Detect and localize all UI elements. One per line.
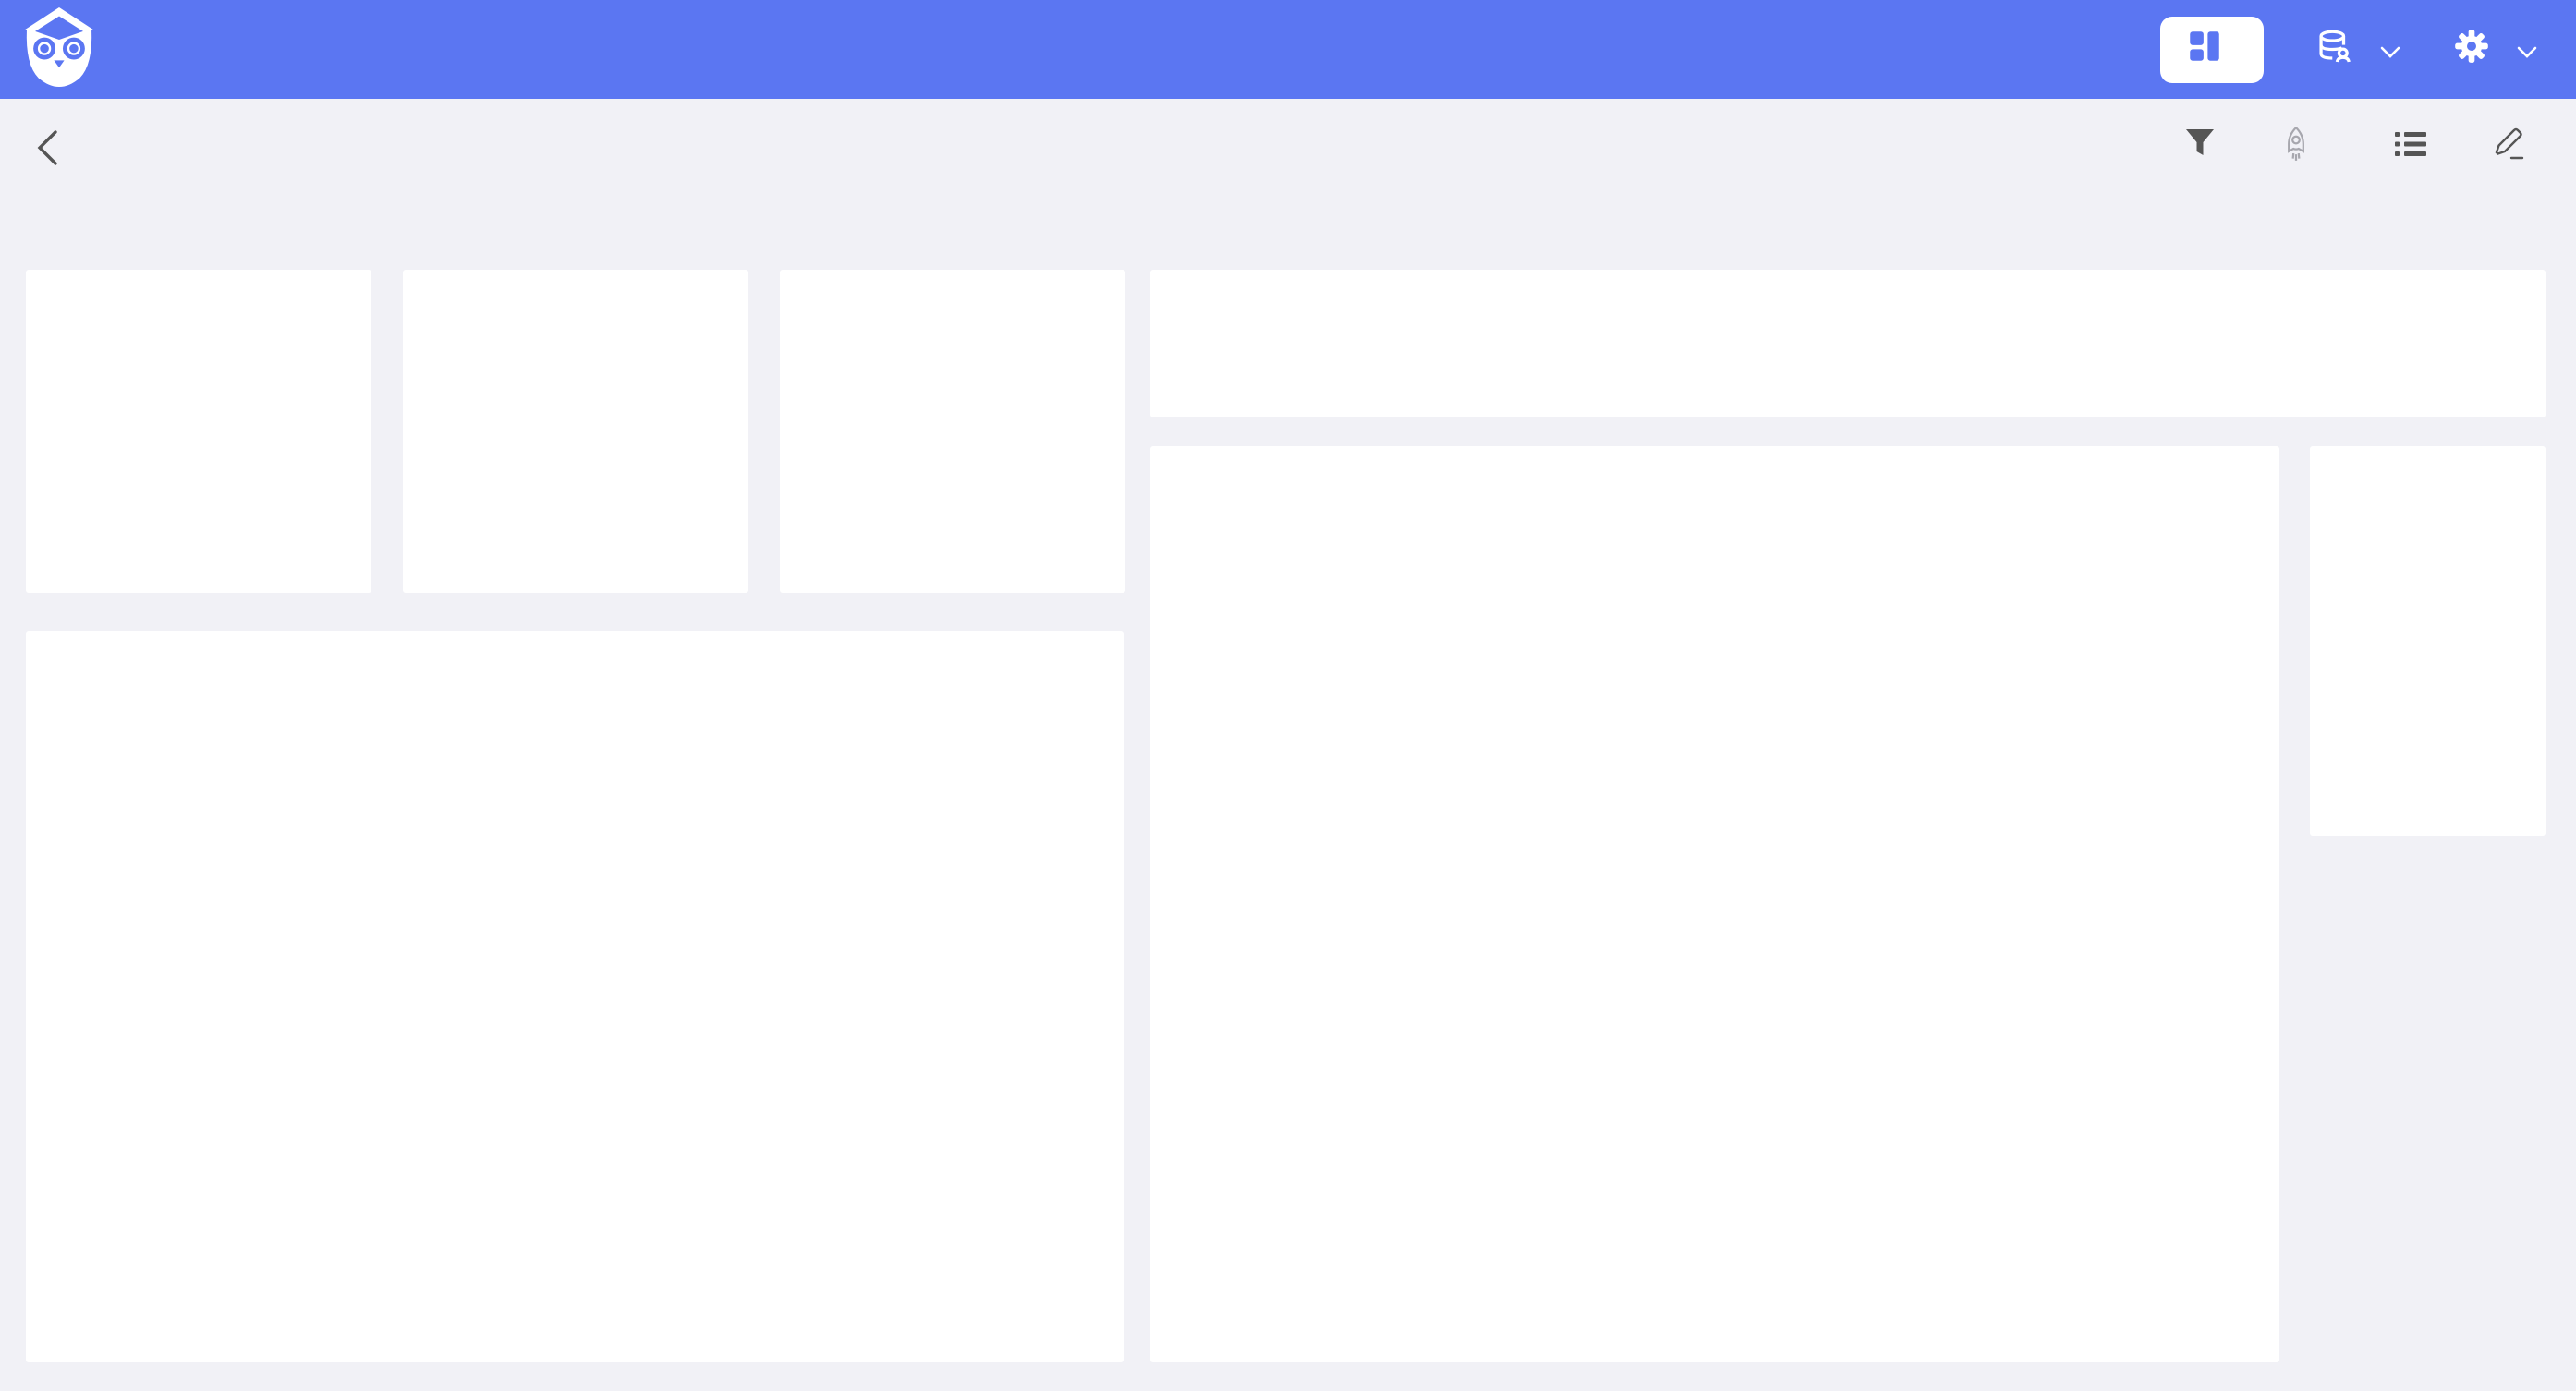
options-list-icon <box>2395 130 2426 165</box>
kpi-card-total-orders <box>26 270 371 593</box>
gear-icon <box>2454 29 2489 71</box>
edit-button[interactable] <box>2494 127 2539 168</box>
date-range-panel <box>2310 446 2546 836</box>
database-icon <box>2317 29 2352 71</box>
dashboard-grid-icon <box>2188 30 2221 70</box>
pie-chart <box>26 631 1124 1362</box>
kpi-card-total-profit <box>780 270 1125 593</box>
chevron-down-icon <box>2517 33 2537 67</box>
brand-logo <box>22 7 111 91</box>
page-header <box>0 99 2576 196</box>
kpi-card-total-cost <box>403 270 748 593</box>
filter-funnel-icon <box>2185 128 2215 167</box>
owl-logo-icon <box>22 7 96 91</box>
rocket-icon <box>2282 127 2310 169</box>
top-navbar <box>0 0 2576 99</box>
chevron-down-icon <box>2380 33 2400 67</box>
nav-dashboards[interactable] <box>2160 17 2264 83</box>
stacked-bar-chart <box>1150 446 2279 1362</box>
add-filter-button[interactable] <box>2185 128 2229 167</box>
nav-data-warehouse[interactable] <box>2317 29 2400 71</box>
metric-control-panel <box>1150 270 2546 417</box>
bar-chart-card <box>1150 446 2279 1362</box>
options-button[interactable] <box>2395 130 2440 165</box>
pencil-icon <box>2494 127 2525 168</box>
back-button[interactable] <box>33 129 67 166</box>
nav-settings[interactable] <box>2454 29 2537 71</box>
boost-toggle[interactable] <box>2282 127 2341 169</box>
pie-chart-card <box>26 631 1124 1362</box>
